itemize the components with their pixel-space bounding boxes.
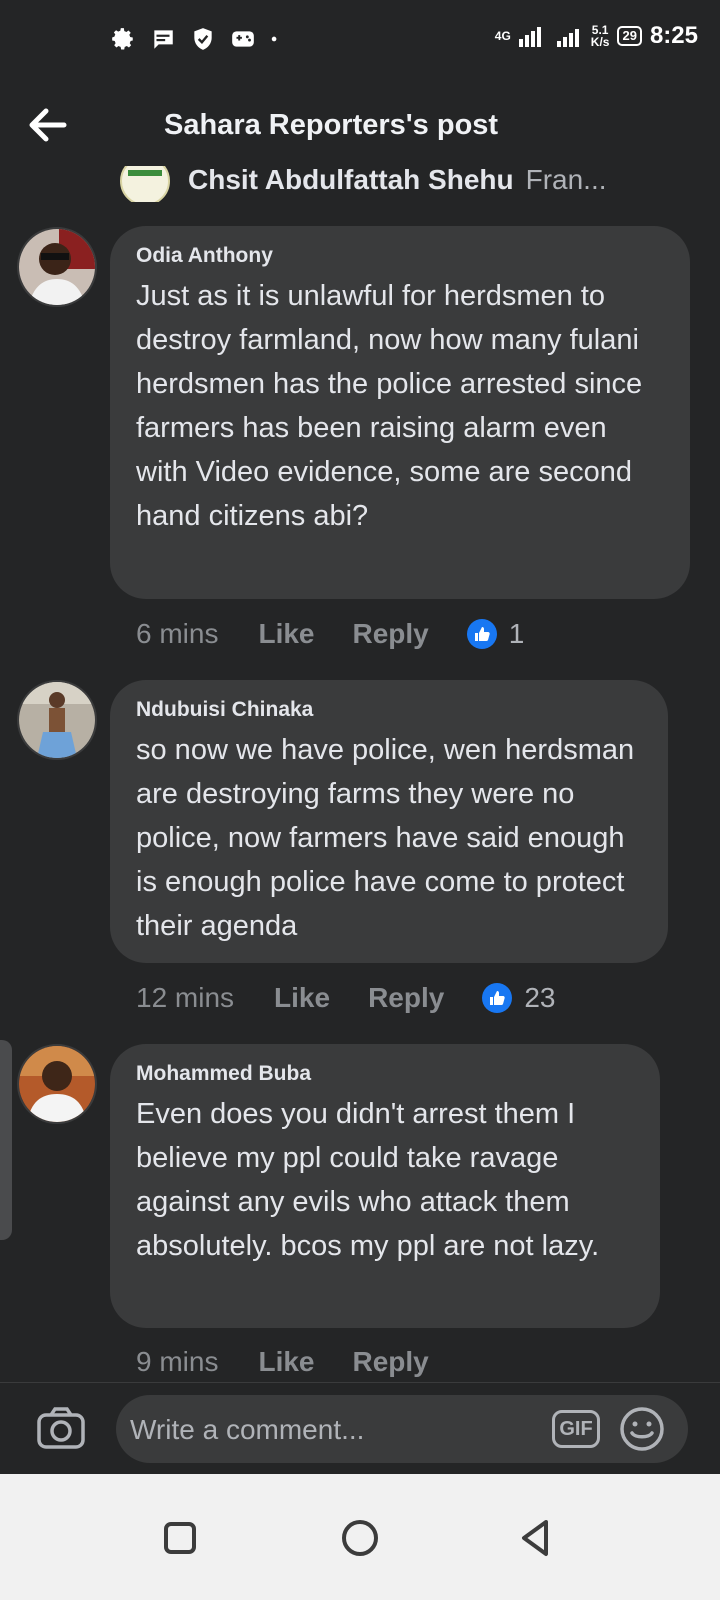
comment-time[interactable]: 12 mins (136, 982, 234, 1014)
system-status: 4G 5.1 K/s 29 8:25 (495, 22, 698, 50)
comment-bubble[interactable]: Odia Anthony Just as it is unlawful for … (110, 226, 690, 599)
shield-icon (194, 28, 212, 50)
comment-bubble[interactable]: Mohammed Buba Even does you didn't arres… (110, 1044, 660, 1328)
system-nav-bar (0, 1474, 720, 1600)
page-title: Sahara Reporters's post (164, 109, 499, 141)
avatar-photo (19, 229, 95, 305)
clock: 8:25 (649, 22, 698, 49)
comment-preview: Fran... (525, 166, 607, 195)
notification-icons (110, 26, 284, 52)
reaction-count[interactable]: 23 (482, 982, 555, 1014)
comment-time[interactable]: 9 mins (136, 1346, 218, 1378)
like-count: 1 (508, 618, 525, 649)
comment-actions: 12 mins Like Reply 23 (136, 978, 555, 1018)
avatar-photo (19, 1046, 95, 1122)
comment-author[interactable]: Mohammed Buba (136, 1062, 634, 1086)
message-icon (153, 30, 173, 49)
signal-icon (518, 27, 541, 47)
recent-apps-icon[interactable] (156, 1514, 204, 1562)
settings-icon (112, 28, 133, 50)
comment-input[interactable] (128, 1395, 542, 1465)
network-speed: 5.1 K/s (591, 24, 610, 48)
gif-button[interactable]: GIF (552, 1410, 600, 1448)
comment-text: Just as it is unlawful for herdsmen to d… (136, 280, 643, 532)
like-count: 23 (524, 982, 556, 1013)
arrow-left-icon[interactable] (28, 107, 68, 143)
battery-icon: 29 (617, 26, 642, 46)
comment-author[interactable]: Ndubuisi Chinaka (136, 698, 642, 722)
comment-text: Even does you didn't arrest them I belie… (136, 1098, 600, 1262)
reply-button[interactable]: Reply (353, 1346, 429, 1378)
comment-text: so now we have police, wen herdsman are … (136, 734, 635, 942)
comment-author[interactable]: Odia Anthony (136, 244, 664, 268)
comment-actions: 6 mins Like Reply 1 (136, 614, 524, 654)
avatar[interactable] (17, 227, 97, 307)
back-icon[interactable] (512, 1514, 560, 1562)
reaction-count[interactable]: 1 (466, 618, 525, 650)
comment-author[interactable]: Chsit Abdulfattah Shehu Fran... (188, 166, 607, 196)
gamepad-icon (232, 31, 254, 47)
avatar[interactable] (17, 680, 97, 760)
comment-input-container: GIF (116, 1395, 688, 1465)
camera-icon[interactable] (36, 1405, 86, 1451)
partial-comment[interactable]: Chsit Abdulfattah Shehu Fran... (120, 166, 680, 202)
thumbs-up-icon (466, 619, 497, 649)
signal-2-icon (556, 29, 579, 47)
header-bar: Sahara Reporters's post (0, 85, 720, 165)
status-bar: 4G 5.1 K/s 29 8:25 (0, 0, 720, 80)
network-type: 4G (494, 29, 511, 43)
comment-composer: GIF (0, 1382, 720, 1475)
dot-icon (271, 36, 277, 42)
speed-unit: K/s (590, 35, 610, 49)
comment-time[interactable]: 6 mins (136, 618, 218, 650)
home-icon[interactable] (336, 1514, 384, 1562)
reply-button[interactable]: Reply (353, 618, 429, 650)
comment-bubble[interactable]: Ndubuisi Chinaka so now we have police, … (110, 680, 668, 963)
reply-button[interactable]: Reply (368, 982, 444, 1014)
edge-panel-handle[interactable] (0, 1040, 12, 1240)
author-name[interactable]: Chsit Abdulfattah Shehu (188, 166, 514, 195)
thumbs-up-icon (482, 983, 513, 1013)
like-button[interactable]: Like (258, 618, 314, 650)
avatar-photo (19, 682, 95, 758)
emoji-icon[interactable] (618, 1405, 666, 1453)
like-button[interactable]: Like (274, 982, 330, 1014)
avatar[interactable] (120, 166, 170, 202)
like-button[interactable]: Like (258, 1346, 314, 1378)
avatar[interactable] (17, 1044, 97, 1124)
comment-actions: 9 mins Like Reply (136, 1342, 467, 1382)
